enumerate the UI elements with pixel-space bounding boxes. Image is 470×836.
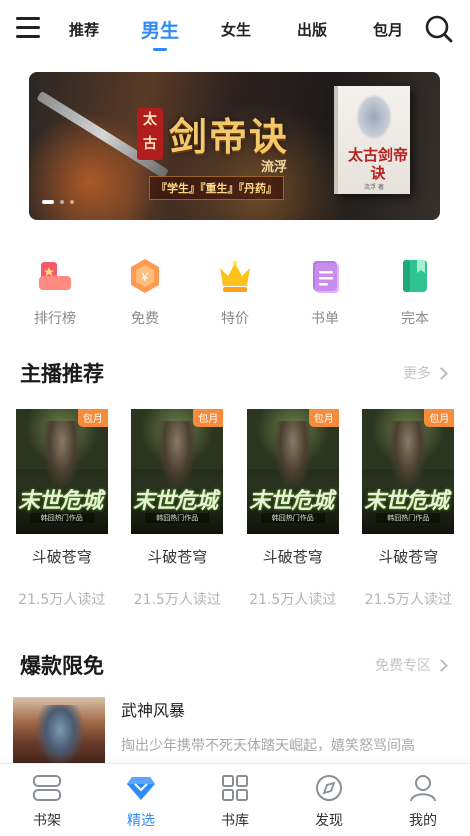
crown-icon: [220, 260, 250, 292]
bottom-tab-bar: 书架 精选 书库 发现 我的: [0, 763, 470, 836]
category-completed-label: 完本: [401, 311, 429, 327]
tab-featured-label: 精选: [127, 813, 155, 829]
channel-tabs: 推荐 男生 女生 出版 包月: [56, 0, 416, 58]
book-title: 斗破苍穹: [262, 548, 323, 566]
banner-tags: 『学生』『重生』『丹药』: [149, 176, 284, 200]
tab-library-label: 书库: [221, 813, 249, 829]
search-icon[interactable]: [424, 14, 454, 44]
monthly-badge: 包月: [424, 409, 455, 427]
category-free-label: 免费: [131, 311, 159, 327]
tab-mine[interactable]: 我的: [383, 764, 463, 836]
completed-book-icon: [403, 260, 427, 292]
anchor-section-title: 主播推荐: [20, 362, 104, 386]
banner-seal: 太古: [137, 108, 163, 160]
tab-bookshelf-label: 书架: [33, 813, 61, 829]
book-title: 斗破苍穹: [31, 548, 92, 566]
banner-cover-title: 太古剑帝诀: [347, 146, 408, 182]
free-book-title: 武神风暴: [121, 701, 186, 720]
banner-carousel[interactable]: 太古 剑帝诀 流浮 『学生』『重生』『丹药』 太古剑帝诀 流浮 著: [29, 72, 440, 220]
free-book-cover: [13, 697, 105, 767]
ranking-icon: [39, 262, 71, 290]
carousel-dot-2[interactable]: [60, 200, 64, 204]
grid-icon: [222, 775, 248, 801]
category-discount-label: 特价: [221, 311, 249, 327]
tab-mine-label: 我的: [409, 813, 437, 829]
category-booklist[interactable]: 书单: [290, 256, 360, 332]
category-ranking[interactable]: 排行榜: [20, 256, 90, 332]
book-title: 斗破苍穹: [147, 548, 208, 566]
free-section-header: 爆款限免 免费专区: [20, 650, 450, 680]
tab-recommend[interactable]: 推荐: [64, 19, 104, 40]
anchor-section-header: 主播推荐 更多: [20, 358, 450, 388]
book-cover: 末世危城 韩囧热门作品 包月: [131, 409, 224, 534]
tab-bookshelf[interactable]: 书架: [7, 764, 87, 836]
tab-library[interactable]: 书库: [195, 764, 275, 836]
free-book-desc: 掏出少年携带不死天体踏天崛起，嬉笑怒骂间高: [121, 738, 415, 754]
svg-text:¥: ¥: [141, 270, 149, 284]
monthly-badge: 包月: [193, 409, 224, 427]
book-cover: 末世危城 韩囧热门作品 包月: [362, 409, 455, 534]
compass-icon: [316, 775, 342, 801]
top-nav: 推荐 男生 女生 出版 包月: [0, 0, 470, 58]
banner-book-cover: 太古剑帝诀 流浮 著: [334, 86, 410, 194]
carousel-indicator: [42, 200, 74, 204]
banner-author: 流浮: [261, 160, 288, 175]
book-reads: 21.5万人读过: [18, 592, 106, 608]
book-title: 斗破苍穹: [378, 548, 439, 566]
banner-cover-author: 流浮 著: [364, 184, 384, 191]
carousel-dot-1[interactable]: [42, 200, 54, 204]
monthly-badge: 包月: [77, 409, 108, 427]
tab-publish[interactable]: 出版: [292, 19, 332, 40]
book-card[interactable]: 末世危城 韩囧热门作品 包月 斗破苍穹 21.5万人读过: [125, 409, 229, 609]
tab-discover[interactable]: 发现: [289, 764, 369, 836]
tab-discover-label: 发现: [315, 813, 343, 829]
category-free[interactable]: ¥ 免费: [110, 256, 180, 332]
book-reads: 21.5万人读过: [249, 592, 337, 608]
monthly-badge: 包月: [308, 409, 339, 427]
tab-monthly[interactable]: 包月: [368, 19, 408, 40]
chevron-right-icon: [435, 658, 448, 672]
menu-icon[interactable]: [16, 17, 40, 39]
free-book-item[interactable]: 武神风暴 掏出少年携带不死天体踏天崛起，嬉笑怒骂间高: [13, 697, 457, 767]
tab-female[interactable]: 女生: [216, 19, 256, 40]
category-discount[interactable]: 特价: [200, 256, 270, 332]
book-reads: 21.5万人读过: [133, 592, 221, 608]
category-ranking-label: 排行榜: [34, 311, 76, 327]
category-booklist-label: 书单: [311, 311, 339, 327]
book-card[interactable]: 末世危城 韩囧热门作品 包月 斗破苍穹 21.5万人读过: [241, 409, 345, 609]
book-cover: 末世危城 韩囧热门作品 包月: [15, 409, 108, 534]
free-zone-link[interactable]: 免费专区: [375, 655, 450, 675]
bookshelf-icon: [33, 775, 61, 801]
carousel-dot-3[interactable]: [70, 200, 74, 204]
category-completed[interactable]: 完本: [380, 256, 450, 332]
tab-male[interactable]: 男生: [140, 16, 180, 43]
banner-title: 剑帝诀: [169, 114, 290, 159]
user-icon: [410, 775, 436, 802]
anchor-book-grid: 末世危城 韩囧热门作品 包月 斗破苍穹 21.5万人读过 末世危城 韩囧热门作品…: [0, 409, 470, 609]
diamond-icon: [127, 777, 155, 800]
anchor-more-link[interactable]: 更多: [403, 363, 450, 383]
tab-featured[interactable]: 精选: [101, 764, 181, 836]
book-reads: 21.5万人读过: [364, 592, 452, 608]
booklist-icon: [313, 261, 339, 293]
category-shortcuts: 排行榜 ¥ 免费 特价 书单 完本: [0, 256, 470, 332]
chevron-right-icon: [435, 366, 448, 380]
book-card[interactable]: 末世危城 韩囧热门作品 包月 斗破苍穹 21.5万人读过: [10, 409, 114, 609]
free-section-title: 爆款限免: [20, 654, 104, 678]
free-icon: ¥: [131, 259, 159, 293]
book-card[interactable]: 末世危城 韩囧热门作品 包月 斗破苍穹 21.5万人读过: [356, 409, 460, 609]
book-cover: 末世危城 韩囧热门作品 包月: [246, 409, 339, 534]
